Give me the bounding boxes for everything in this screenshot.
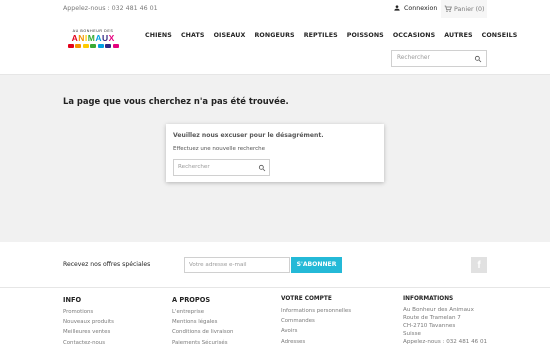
apology-text: Veuillez nous excuser pour le désagrémen… [173,132,324,139]
footer-account-column: VOTRE COMPTE Informations personnelles C… [281,296,351,347]
facebook-icon[interactable]: f [471,257,487,273]
logo-letter: A [95,32,102,43]
card-search-input[interactable]: Rechercher [173,159,270,176]
menu-item-occasions[interactable]: OCCASIONS [393,32,435,39]
logo-letter: M [87,32,95,43]
login-link[interactable]: Connexion [393,4,437,12]
store-info-line: CH-2710 Tavannes [403,323,456,329]
paw-print-icon [75,43,81,48]
site-logo[interactable]: AU BONHEUR DES ANIMAUX [62,29,124,51]
footer-store-info-column: INFORMATIONS Au Bonheur des Animaux Rout… [403,296,487,346]
footer-link[interactable]: Commandes [281,316,351,326]
footer-link[interactable]: Promotions [63,307,114,317]
login-label: Connexion [404,4,438,12]
menu-item-reptiles[interactable]: REPTILES [304,32,338,39]
footer-link[interactable]: Mentions légales [172,317,233,327]
footer-account-title: VOTRE COMPTE [281,296,332,302]
search-icon[interactable] [258,164,266,172]
menu-item-chiens[interactable]: CHIENS [145,32,172,39]
menu-item-chats[interactable]: CHATS [181,32,205,39]
contact-phone: Appelez-nous : 032 481 46 01 [63,5,158,12]
footer-link[interactable]: Conditions de livraison [172,327,233,337]
footer-store-info-title: INFORMATIONS [403,296,454,302]
header: AU BONHEUR DES ANIMAUX CHIENS CHATS OISEAU… [0,20,550,74]
footer-link[interactable]: L'entreprise [172,307,233,317]
logo-paws [62,43,124,48]
email-field[interactable]: Votre adresse e-mail [184,257,290,273]
store-info-line: Appelez-nous : 032 481 46 01 [403,339,488,345]
new-search-prompt: Effectuez une nouvelle recherche [173,146,266,152]
paw-print-icon [82,43,89,48]
page-title: La page que vous cherchez n'a pas été tr… [63,96,289,106]
footer-link[interactable]: Adresses [281,337,351,347]
menu-item-oiseaux[interactable]: OISEAUX [214,32,246,39]
user-icon [394,5,400,11]
logo-wordmark: ANIMAUX [62,32,124,43]
footer: INFO Promotions Nouveaux produits Meille… [0,289,550,347]
footer-link[interactable]: Contactez-nous [63,338,114,348]
shopping-cart-icon [444,5,452,12]
card-search-placeholder: Rechercher [178,164,210,170]
logo-letter: U [102,32,109,43]
paw-print-icon [90,43,96,48]
cart-button[interactable]: Panier (0) [441,0,487,18]
footer-link[interactable]: Meilleures ventes [63,327,114,337]
paw-print-icon [97,43,104,48]
footer-apropos-title: A PROPOS [172,296,211,304]
footer-link[interactable]: Paiements Sécurisés [172,338,233,348]
footer-apropos-column: A PROPOS L'entreprise Mentions légales C… [172,296,233,348]
subscribe-button[interactable]: S'ABONNER [291,257,342,273]
logo-letter: A [71,32,78,43]
store-info-line: Au Bonheur des Animaux [403,307,474,313]
paw-print-icon [67,43,74,48]
not-found-card: Veuillez nous excuser pour le désagrémen… [166,124,384,182]
menu-item-poissons[interactable]: POISSONS [347,32,384,39]
cart-label: Panier (0) [454,5,485,13]
header-search-input[interactable]: Rechercher [391,50,487,67]
logo-letter: N [78,32,85,43]
menu-item-rongeurs[interactable]: RONGEURS [254,32,294,39]
footer-link[interactable]: Informations personnelles [281,306,351,316]
paw-print-icon [112,43,119,48]
newsletter-section: Recevez nos offres spéciales Votre adres… [0,242,550,288]
store-info-line: Route de Tramelan 7 [403,315,461,321]
menu-item-autres[interactable]: AUTRES [444,32,472,39]
footer-info-title: INFO [63,296,82,304]
top-bar: Appelez-nous : 032 481 46 01 Connexion P… [0,0,550,20]
paw-print-icon [105,43,111,48]
footer-link[interactable]: Avoirs [281,326,351,336]
store-info-line: Suisse [403,331,421,337]
main-content: La page que vous cherchez n'a pas été tr… [0,74,550,242]
header-search-placeholder: Rechercher [397,55,430,61]
newsletter-label: Recevez nos offres spéciales [63,261,151,268]
footer-link[interactable]: Nouveaux produits [63,317,114,327]
menu-item-conseils[interactable]: CONSEILS [482,32,518,39]
search-icon[interactable] [474,55,482,63]
logo-letter: X [108,32,115,43]
footer-info-column: INFO Promotions Nouveaux produits Meille… [63,296,114,348]
main-menu: CHIENS CHATS OISEAUX RONGEURS REPTILES POISSO… [145,32,517,39]
